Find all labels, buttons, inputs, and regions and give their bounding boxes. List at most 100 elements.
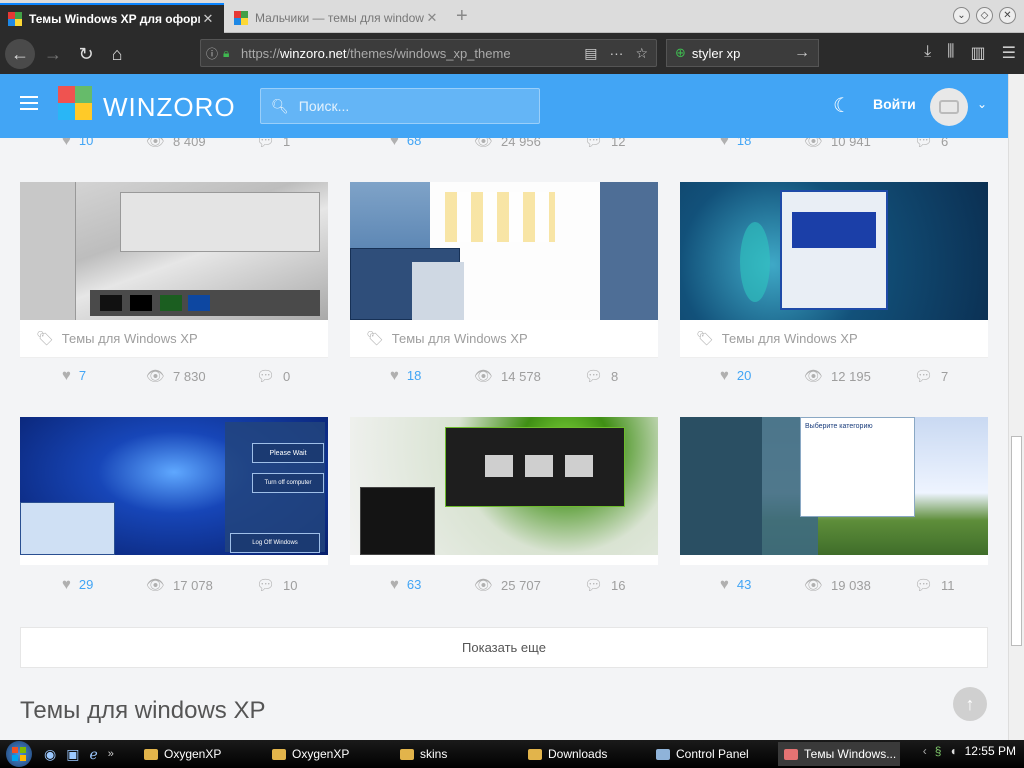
clock[interactable]: 12:55 PM: [965, 744, 1016, 758]
theme-card[interactable]: Выберите категорию: [680, 417, 988, 565]
login-button[interactable]: Войти: [873, 96, 916, 112]
avatar[interactable]: [930, 88, 968, 126]
theme-thumbnail[interactable]: [680, 182, 988, 320]
url-bar[interactable]: ⓘ 🔒︎ https://winzoro.net/themes/windows_…: [200, 39, 657, 67]
tray-app-icon[interactable]: §: [935, 744, 942, 758]
theme-thumbnail[interactable]: Please Wait Turn off computer Log Off Wi…: [20, 417, 328, 555]
category-label[interactable]: Темы для Windows XP: [722, 331, 858, 346]
card-category-link[interactable]: 🏷︎ Темы для Windows XP: [680, 320, 988, 358]
system-tray: ‹ § ◖ 12:55 PM: [923, 744, 1016, 758]
taskbar: ◉ ▣ ℯ » OxygenXP OxygenXP skins Download…: [0, 740, 1024, 768]
tray-expand-icon[interactable]: ‹: [923, 744, 927, 758]
url-text[interactable]: https://winzoro.net/themes/windows_xp_th…: [241, 46, 576, 61]
card-category-link[interactable]: 🏷︎ Темы для Windows XP: [350, 320, 658, 358]
heart-icon[interactable]: ♥: [390, 576, 399, 593]
search-icon: 🔍︎: [271, 97, 289, 114]
category-label[interactable]: Темы для Windows XP: [392, 331, 528, 346]
heart-icon[interactable]: ♥: [390, 367, 399, 384]
comments-icon: 💬︎: [584, 577, 604, 594]
likes-count: 18: [406, 368, 422, 383]
theme-thumbnail[interactable]: Выберите категорию: [680, 417, 988, 555]
comments-count: 10: [283, 577, 298, 593]
site-search-input[interactable]: 🔍︎ Поиск...: [260, 88, 540, 124]
menu-icon[interactable]: ☰: [1002, 43, 1016, 63]
taskbar-item[interactable]: skins: [394, 742, 516, 766]
category-label[interactable]: Темы для Windows XP: [62, 331, 198, 346]
theme-thumbnail[interactable]: [20, 182, 328, 320]
theme-card[interactable]: Please Wait Turn off computer Log Off Wi…: [20, 417, 328, 565]
expand-quick-launch-icon[interactable]: »: [108, 748, 114, 760]
search-bar-text[interactable]: styler xp: [692, 46, 740, 61]
maximize-button[interactable]: ◇: [976, 7, 993, 24]
scroll-to-top-button[interactable]: ↑: [953, 687, 987, 721]
theme-card[interactable]: 🏷︎ Темы для Windows XP: [680, 182, 988, 358]
download-icon[interactable]: ⤓: [924, 43, 931, 63]
card-stats: ♥ 63 👁︎ 25 707 💬︎ 16: [390, 576, 670, 596]
close-icon[interactable]: ✕: [200, 11, 216, 27]
chevron-down-icon[interactable]: ⌄: [977, 97, 987, 111]
page-viewport: WINZORO 🔍︎ Поиск... ☾ Войти ⌄ ♥ 10 👁︎ 8 40…: [0, 74, 1008, 740]
search-placeholder: Поиск...: [298, 98, 350, 114]
taskbar-item-active[interactable]: Темы Windows...: [778, 742, 900, 766]
tab-inactive[interactable]: Мальчики — темы для windows XP ✕: [226, 3, 448, 33]
dark-mode-moon-icon[interactable]: ☾: [833, 93, 851, 118]
eye-icon: 👁︎: [804, 368, 824, 385]
close-window-button[interactable]: ✕: [999, 7, 1016, 24]
sidebar-icon[interactable]: ▥: [971, 43, 986, 63]
heart-icon[interactable]: ♥: [720, 576, 729, 593]
internet-explorer-icon[interactable]: ℯ: [89, 746, 97, 763]
taskbar-item[interactable]: OxygenXP: [138, 742, 260, 766]
heart-icon[interactable]: ♥: [62, 367, 71, 384]
theme-card[interactable]: 🏷︎ Темы для Windows XP: [20, 182, 328, 358]
eye-icon: 👁︎: [146, 577, 166, 594]
comments-count: 0: [283, 368, 291, 384]
home-icon[interactable]: ⌂: [102, 39, 132, 69]
quick-launch-icon[interactable]: ◉: [44, 746, 56, 763]
taskbar-item[interactable]: Downloads: [522, 742, 644, 766]
reload-button[interactable]: ↻: [71, 39, 101, 69]
card-category-link[interactable]: 🏷︎ Темы для Windows XP: [20, 320, 328, 358]
theme-thumbnail[interactable]: [350, 417, 658, 555]
quick-launch-icon[interactable]: ▣: [66, 746, 79, 763]
show-more-button[interactable]: Показать еще: [20, 627, 988, 668]
taskbar-item[interactable]: Control Panel: [650, 742, 772, 766]
taskbar-item[interactable]: OxygenXP: [266, 742, 388, 766]
brand-name[interactable]: WINZORO: [103, 92, 236, 123]
bookmark-star-icon[interactable]: ☆: [635, 45, 648, 62]
theme-card[interactable]: [350, 417, 658, 565]
winzoro-logo-icon[interactable]: [58, 86, 92, 120]
back-button[interactable]: ←: [5, 39, 35, 69]
folder-icon: [272, 748, 286, 760]
scrollbar-thumb[interactable]: [1011, 436, 1022, 646]
windows-logo-icon: [12, 747, 26, 761]
theme-thumbnail[interactable]: [350, 182, 658, 320]
page-scrollbar[interactable]: [1008, 74, 1024, 740]
more-actions-icon[interactable]: ···: [609, 45, 623, 62]
reader-view-icon[interactable]: ▤: [584, 45, 597, 62]
heart-icon[interactable]: ♥: [62, 576, 71, 593]
heart-icon[interactable]: ♥: [720, 367, 729, 384]
tab-title: Темы Windows XP для оформлен: [29, 12, 200, 26]
eye-icon: 👁︎: [146, 368, 166, 385]
card-stats: ♥ 43 👁︎ 19 038 💬︎ 11: [720, 576, 1000, 596]
task-label: Control Panel: [676, 747, 749, 761]
window-controls: ⌄ ◇ ✕: [953, 7, 1016, 24]
minimize-button[interactable]: ⌄: [953, 7, 970, 24]
close-icon[interactable]: ✕: [424, 10, 440, 26]
search-bar[interactable]: ⊕ styler xp →: [666, 39, 819, 67]
task-label: Downloads: [548, 747, 608, 761]
search-go-icon[interactable]: →: [794, 44, 810, 62]
library-icon[interactable]: ⫼: [947, 43, 954, 63]
theme-card[interactable]: 🏷︎ Темы для Windows XP: [350, 182, 658, 358]
tags-icon: 🏷︎: [36, 330, 54, 346]
start-button[interactable]: [6, 741, 32, 767]
info-icon[interactable]: ⓘ: [201, 45, 223, 62]
forward-button[interactable]: →: [38, 39, 68, 69]
volume-icon[interactable]: ◖: [949, 744, 956, 758]
please-wait-text: Please Wait: [252, 443, 324, 463]
tab-active[interactable]: Темы Windows XP для оформлен ✕: [0, 3, 224, 33]
new-tab-button[interactable]: +: [456, 5, 468, 28]
hamburger-menu-icon[interactable]: [20, 96, 38, 114]
views-count: 14 578: [501, 368, 541, 384]
folder-icon: [144, 748, 158, 760]
